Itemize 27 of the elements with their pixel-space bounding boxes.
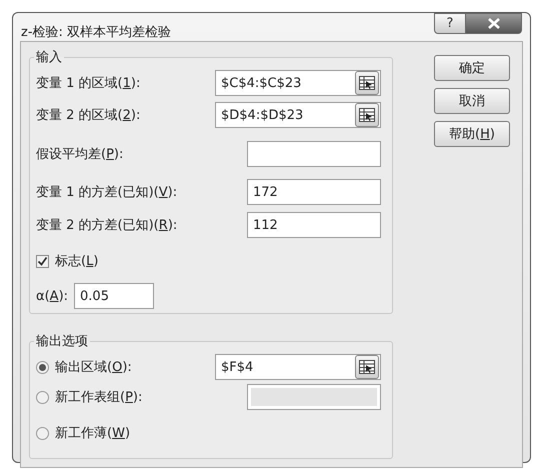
field-label: 变量 2 的区域(2): — [36, 107, 142, 124]
window-title: z-检验: 双样本平均差检验 — [21, 24, 172, 41]
checkbox-label: 标志(L) — [55, 253, 100, 270]
input-field[interactable]: 112 — [247, 212, 381, 238]
dialog-button[interactable]: 取消 — [434, 88, 510, 114]
field-label: 假设平均差(P): — [36, 146, 124, 163]
group-label: 输出选项 — [35, 333, 89, 350]
input-field[interactable] — [247, 141, 381, 167]
input-field[interactable]: 172 — [247, 179, 381, 205]
dialog-button[interactable]: 帮助(H) — [434, 121, 510, 147]
radio-label: 新工作薄(W) — [55, 425, 132, 442]
field-label: 变量 1 的方差(已知)(V): — [36, 184, 178, 201]
dialog-button[interactable]: 确定 — [434, 55, 510, 81]
field-label: α(A): — [36, 288, 68, 304]
radio-label: 输出区域(O): — [55, 359, 133, 376]
group-label: 输入 — [35, 49, 63, 66]
field-label: 变量 2 的方差(已知)(R): — [36, 217, 178, 234]
radio-label: 新工作表组(P): — [55, 389, 144, 406]
radio-button[interactable] — [36, 426, 49, 440]
radio-button[interactable] — [36, 360, 49, 374]
field-label: 变量 1 的区域(1): — [36, 75, 142, 92]
checkbox[interactable] — [36, 254, 49, 268]
help-button[interactable]: ? — [434, 13, 466, 34]
close-button[interactable] — [466, 13, 522, 34]
input-field[interactable]: 0.05 — [74, 283, 154, 309]
close-icon — [486, 18, 500, 29]
radio-button[interactable] — [36, 390, 49, 404]
